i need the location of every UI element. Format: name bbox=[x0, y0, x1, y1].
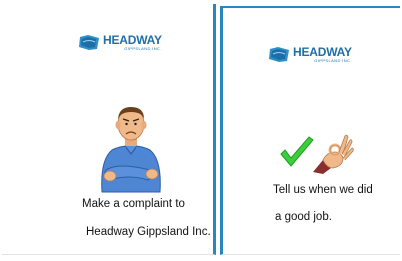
headway-logo-icon bbox=[79, 35, 99, 50]
frowning-man-arms-crossed-icon bbox=[101, 107, 161, 193]
complaint-line-1: Make a complaint to bbox=[82, 198, 185, 210]
logo-brand: HEADWAY bbox=[103, 33, 162, 47]
green-check-mark-icon bbox=[280, 136, 314, 167]
complaint-card: HEADWAY GIPPSLAND INC. Make a complaint … bbox=[2, 4, 216, 255]
logo-brand: HEADWAY bbox=[293, 45, 352, 59]
compliment-line-2: a good job. bbox=[275, 211, 332, 223]
headway-logo-icon bbox=[269, 47, 289, 62]
ok-hand-gesture-icon bbox=[313, 134, 354, 174]
compliment-card: HEADWAY GIPPSLAND INC. Tell us when we d… bbox=[220, 6, 400, 255]
compliment-line-1: Tell us when we did bbox=[273, 184, 373, 196]
headway-logo: HEADWAY GIPPSLAND INC. bbox=[268, 46, 352, 63]
complaint-line-2: Headway Gippsland Inc. bbox=[86, 226, 211, 238]
headway-logo: HEADWAY GIPPSLAND INC. bbox=[78, 34, 162, 51]
